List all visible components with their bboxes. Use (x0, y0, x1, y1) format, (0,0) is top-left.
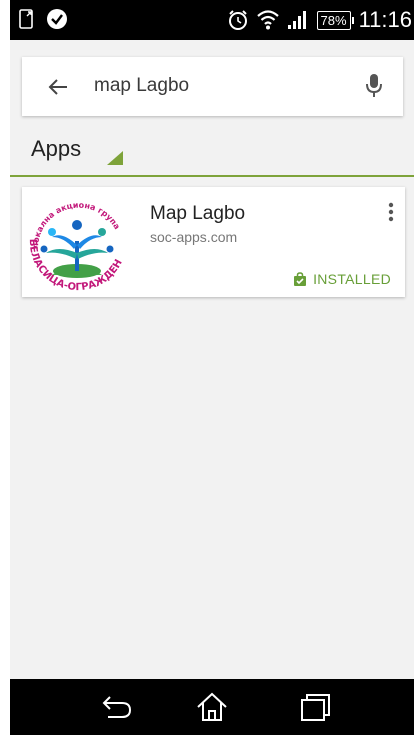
status-bar-right: 78% 11:16 (227, 7, 412, 33)
shopping-bag-check-icon (294, 272, 307, 286)
status-bar: 78% 11:16 (10, 0, 414, 40)
search-bar[interactable]: map Lagbo (22, 57, 403, 116)
check-circle-icon (47, 9, 67, 29)
wifi-icon (256, 10, 279, 30)
more-vert-icon[interactable] (387, 201, 395, 223)
phone-screen: 78% 11:16 map Lagbo Apps локална акциона… (10, 0, 414, 735)
section-title: Apps (31, 136, 82, 161)
mic-icon[interactable] (365, 73, 383, 99)
installed-status: INSTALLED (313, 271, 391, 287)
app-domain: soc-apps.com (150, 229, 238, 245)
nav-recents-icon[interactable] (296, 691, 332, 723)
nav-home-icon[interactable] (194, 691, 230, 723)
status-bar-left (18, 8, 68, 30)
nav-back-icon[interactable] (98, 691, 134, 723)
installed-badge: INSTALLED (293, 271, 391, 287)
clock: 11:16 (358, 7, 412, 32)
app-result-card[interactable]: локална акциона група БЕЛАСИЦА-ОГРАЖДЕН … (22, 187, 405, 297)
search-input[interactable]: map Lagbo (94, 75, 189, 97)
app-logo-icon: локална акциона група БЕЛАСИЦА-ОГРАЖДЕН (24, 189, 130, 295)
navigation-bar (10, 679, 414, 735)
screen-icon (19, 9, 33, 29)
section-corner-triangle (107, 151, 123, 165)
battery-icon: 78% (316, 10, 354, 30)
back-arrow-icon[interactable] (46, 75, 70, 99)
signal-icon (287, 11, 306, 29)
alarm-icon (228, 10, 247, 30)
section-header-apps: Apps (10, 132, 414, 177)
section-divider (10, 175, 414, 177)
app-name[interactable]: Map Lagbo (150, 203, 245, 225)
